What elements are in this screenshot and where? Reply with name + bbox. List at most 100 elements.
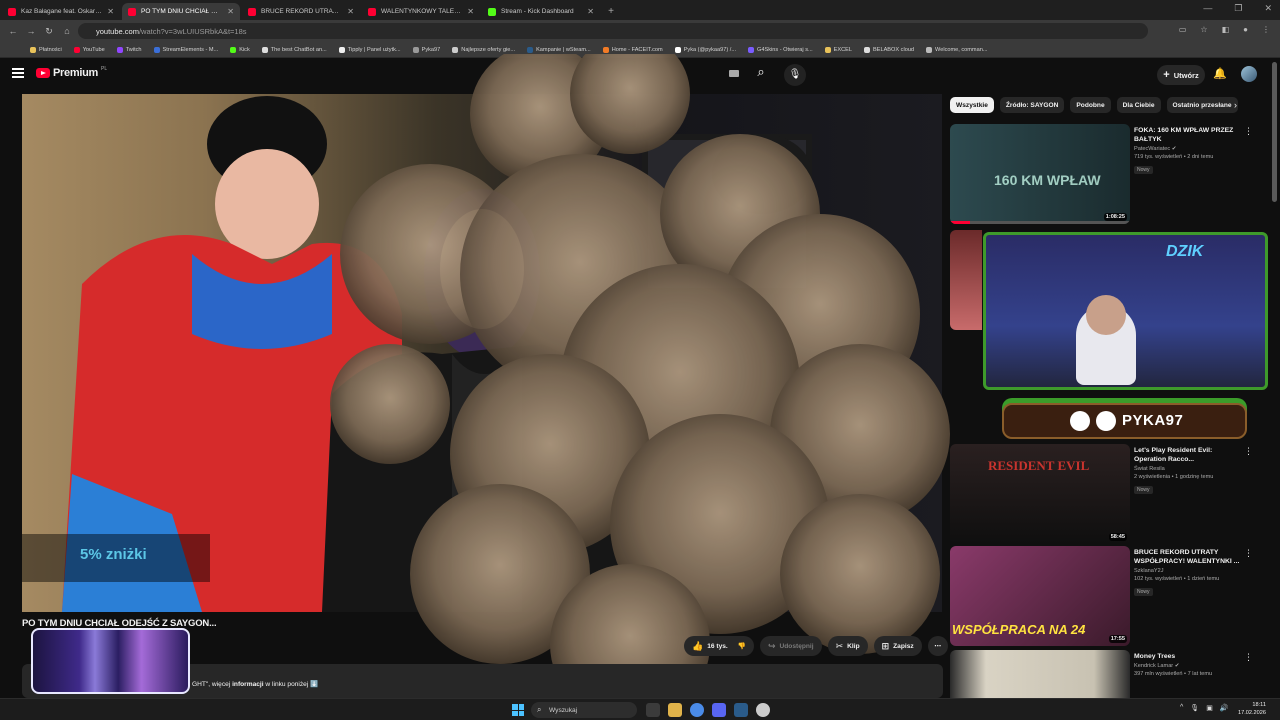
bookmark-item[interactable]: The best ChatBot an...: [261, 46, 327, 53]
video-thumbnail[interactable]: 160 KM WPŁAW 1:08:25: [950, 124, 1130, 224]
bookmark-item[interactable]: EXCEL: [824, 46, 852, 53]
save-button[interactable]: ⊞ Zapisz: [873, 636, 922, 656]
more-options-icon[interactable]: ⋮: [1244, 126, 1253, 137]
browser-tab[interactable]: Kaz Bałagane feat. Oskar83 - M ✕: [2, 3, 120, 20]
recommendation-item[interactable]: Money Trees Kendrick Lamar ✔ 397 mln wyś…: [950, 650, 1260, 698]
clip-button[interactable]: ✂ Klip: [827, 636, 868, 656]
channel-name[interactable]: Kendrick Lamar: [1134, 663, 1173, 669]
profile-icon[interactable]: ●: [1243, 25, 1248, 34]
bookmark-item[interactable]: G4Skins - Otwieraj s...: [748, 46, 813, 53]
more-options-icon[interactable]: ⋮: [1244, 446, 1253, 457]
tab-close-icon[interactable]: ✕: [107, 7, 114, 16]
tab-title: BRUCE REKORD UTRATY WSPÓ: [261, 8, 342, 15]
video-thumbnail[interactable]: RESIDENT EVIL 58:45: [950, 444, 1130, 544]
tab-close-icon[interactable]: ✕: [587, 7, 594, 16]
bookmark-item[interactable]: Kampanie | wSteam...: [527, 46, 591, 53]
recommendation-title[interactable]: FOKA: 160 KM WPŁAW PRZEZ BAŁTYK: [1134, 126, 1242, 144]
more-options-icon[interactable]: ⋮: [1244, 548, 1253, 559]
microphone-icon[interactable]: 🎙: [1190, 704, 1199, 712]
volume-icon[interactable]: 🔊: [1220, 704, 1229, 712]
tab-close-icon[interactable]: ✕: [227, 7, 234, 16]
forward-icon[interactable]: →: [22, 26, 40, 36]
bookmark-item[interactable]: Twitch: [116, 46, 142, 53]
network-icon[interactable]: ▣: [1206, 704, 1213, 712]
menu-kebab-icon[interactable]: ⋮: [1262, 25, 1270, 34]
tab-title: WALENTYNKOWY TALERZ 5K: [381, 8, 463, 15]
recommendation-item[interactable]: WSPÓŁPRACA NA 24 17:55 BRUCE REKORD UTRA…: [950, 546, 1260, 646]
bookmark-item[interactable]: Kick: [230, 46, 250, 53]
chip-source[interactable]: Źródło: SAYGON: [999, 97, 1065, 113]
bookmark-star-icon[interactable]: ☆: [1200, 25, 1207, 34]
tab-close-icon[interactable]: ✕: [347, 7, 354, 16]
more-actions-button[interactable]: ⋯: [927, 636, 948, 656]
extensions-icon[interactable]: ◧: [1222, 25, 1230, 34]
steam-icon: [527, 46, 534, 53]
chip-all[interactable]: Wszystkie: [950, 97, 994, 113]
tray-chevron-up-icon[interactable]: ^: [1180, 704, 1183, 712]
page-scrollbar[interactable]: [1272, 62, 1277, 202]
cast-icon[interactable]: ▭: [1179, 25, 1187, 34]
browser-tab[interactable]: BRUCE REKORD UTRATY WSPÓ ✕: [242, 3, 360, 20]
streamelements-icon: [153, 46, 160, 53]
more-options-icon[interactable]: ⋮: [1244, 652, 1253, 663]
close-window-icon[interactable]: ✕: [1264, 3, 1272, 14]
like-button[interactable]: 👍 16 tys. 👎: [684, 636, 754, 656]
reload-icon[interactable]: ↻: [40, 26, 58, 37]
bookmark-item[interactable]: StreamElements - M...: [153, 46, 218, 53]
video-thumbnail[interactable]: [950, 650, 1130, 698]
browser-tab-active[interactable]: PO TYM DNIU CHCIAŁ ODEJŚĆ ✕: [122, 3, 240, 20]
obs-icon[interactable]: [756, 703, 770, 717]
address-bar[interactable]: youtube.com/watch?v=3wLUIUSRbkA&t=18s: [78, 23, 1148, 39]
recommendation-title[interactable]: BRUCE REKORD UTRATY WSPÓŁPRACY! WALENTYN…: [1134, 548, 1242, 566]
channel-name[interactable]: Świat Resila: [1134, 466, 1242, 472]
twitch-icon: [116, 46, 123, 53]
chip-for-you[interactable]: Dla Ciebie: [1116, 97, 1161, 113]
bookmark-item[interactable]: Home - FACEIT.com: [602, 46, 663, 53]
taskbar-clock[interactable]: 18:11 17.02.2026: [1238, 701, 1266, 717]
new-tab-button[interactable]: +: [604, 4, 618, 18]
kick-favicon-icon: [488, 7, 496, 16]
bookmark-item[interactable]: Płatności: [30, 46, 62, 53]
youtube-premium-logo[interactable]: Premium PL: [36, 66, 107, 79]
file-explorer-icon[interactable]: [668, 703, 682, 717]
create-button[interactable]: + Utwórz: [1157, 65, 1205, 85]
tab-close-icon[interactable]: ✕: [467, 7, 474, 16]
windows-start-icon[interactable]: [512, 704, 524, 716]
hamburger-menu-icon[interactable]: [12, 68, 24, 78]
back-icon[interactable]: ←: [4, 26, 22, 36]
channel-name[interactable]: PatecWariatec: [1134, 146, 1170, 152]
tab-title: Stream - Kick Dashboard: [501, 8, 574, 15]
browser-tab[interactable]: Stream - Kick Dashboard ✕: [482, 3, 600, 20]
minimize-icon[interactable]: —: [1203, 3, 1212, 14]
bookmark-item[interactable]: YouTube: [73, 46, 105, 53]
notifications-bell-icon[interactable]: 🔔: [1213, 67, 1227, 80]
recommendation-title[interactable]: Money Trees: [1134, 652, 1242, 661]
browser-tab[interactable]: WALENTYNKOWY TALERZ 5K ✕: [362, 3, 480, 20]
recommendation-title[interactable]: Let's Play Resident Evil: Operation Racc…: [1134, 446, 1242, 464]
maximize-icon[interactable]: ❐: [1234, 3, 1242, 14]
video-thumbnail[interactable]: WSPÓŁPRACA NA 24 17:55: [950, 546, 1130, 646]
share-button[interactable]: ↪ Udostępnij: [759, 636, 822, 656]
task-view-icon[interactable]: [646, 703, 660, 717]
bookmark-item[interactable]: BELABOX cloud: [864, 46, 914, 53]
bookmark-item[interactable]: Welcome, comman...: [926, 46, 987, 53]
bookmark-item[interactable]: Pyka97: [412, 46, 440, 53]
chevron-right-icon[interactable]: ›: [1234, 100, 1237, 110]
channel-name[interactable]: SzklanaY2J: [1134, 568, 1242, 574]
home-icon[interactable]: ⌂: [58, 26, 76, 36]
avatar[interactable]: [1241, 66, 1257, 82]
discount-banner: 5% zniżki: [22, 534, 210, 582]
recommendation-item[interactable]: RESIDENT EVIL 58:45 Let's Play Resident …: [950, 444, 1260, 544]
taskbar-search[interactable]: ⌕ Wyszukaj: [531, 702, 637, 718]
chip-related[interactable]: Podobne: [1070, 97, 1111, 113]
chrome-icon[interactable]: [690, 703, 704, 717]
steam-icon[interactable]: [734, 703, 748, 717]
thumbs-down-icon[interactable]: 👎: [738, 642, 746, 650]
bookmark-item[interactable]: Tipply | Panel użytk...: [338, 46, 401, 53]
bookmark-item[interactable]: Pyka (@pykaa97) /...: [674, 46, 736, 53]
chip-recently-uploaded[interactable]: Ostatnio przesłane: [1166, 97, 1238, 113]
bookmark-item[interactable]: Najlepsze oferty gie...: [452, 46, 515, 53]
discord-icon[interactable]: [712, 703, 726, 717]
streamer-webcam-overlay: DZIK: [983, 232, 1268, 390]
recommendation-item[interactable]: 160 KM WPŁAW 1:08:25 FOKA: 160 KM WPŁAW …: [950, 124, 1260, 224]
